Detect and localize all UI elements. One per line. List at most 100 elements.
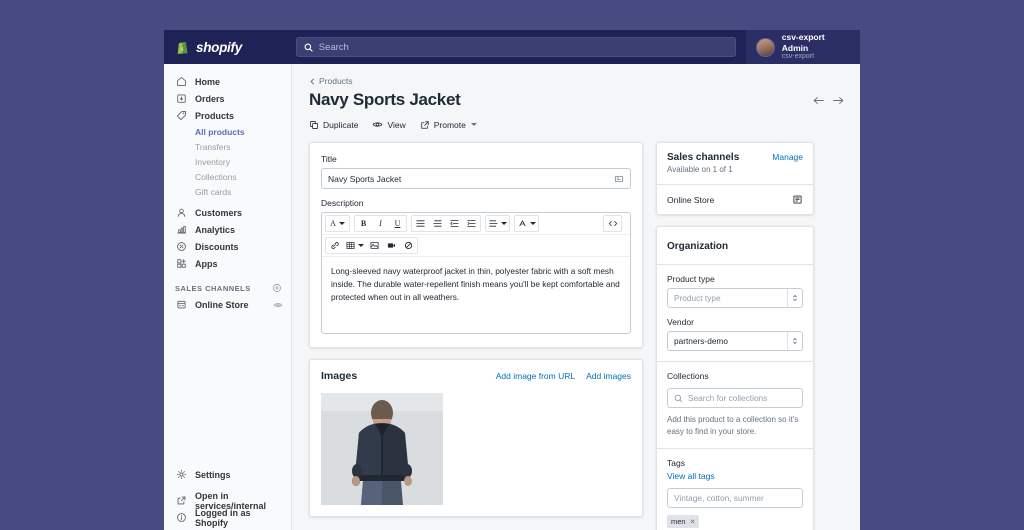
promote-label: Promote xyxy=(433,119,466,130)
sidebar-item-orders[interactable]: Orders xyxy=(164,90,291,107)
sales-channels-head: Sales channels Manage xyxy=(667,152,803,163)
collections-helper-text: Add this product to a collection so it's… xyxy=(667,415,799,436)
product-image-thumbnail[interactable] xyxy=(321,393,443,505)
images-card-header: Images Add image from URL Add images xyxy=(310,360,642,382)
plus-circle-icon[interactable] xyxy=(272,283,282,293)
editor-toolbar-row-1: A B I U xyxy=(322,213,630,235)
tags-section: Tags View all tags Vintage, cotton, summ… xyxy=(657,449,813,530)
bold-icon[interactable]: B xyxy=(355,216,372,231)
add-images-link[interactable]: Add images xyxy=(586,371,631,381)
numbered-list-icon[interactable] xyxy=(429,216,446,231)
sidebar-item-products-label: Products xyxy=(195,110,235,121)
sales-channels-header: SALES CHANNELS xyxy=(164,280,291,296)
sales-channels-card: Sales channels Manage Available on 1 of … xyxy=(656,142,814,215)
eye-icon[interactable] xyxy=(273,300,283,310)
sidebar-subitem-gift-cards[interactable]: Gift cards xyxy=(164,184,291,199)
title-input[interactable]: Navy Sports Jacket xyxy=(321,168,631,189)
title-input-value: Navy Sports Jacket xyxy=(328,173,402,184)
sales-channels-availability: Available on 1 of 1 xyxy=(667,165,733,174)
bullet-list-icon[interactable] xyxy=(412,216,429,231)
sidebar-subitem-collections-label: Collections xyxy=(195,171,237,182)
search-placeholder: Search xyxy=(318,41,349,53)
sales-channel-row-online-store[interactable]: Online Store xyxy=(657,185,813,214)
tags-input[interactable]: Vintage, cotton, summer xyxy=(667,488,803,508)
text-color-icon[interactable] xyxy=(515,216,538,231)
content-columns: Title Navy Sports Jacket Description A B… xyxy=(309,142,846,530)
table-icon[interactable] xyxy=(343,238,366,253)
view-label: View xyxy=(387,119,406,130)
sidebar-item-online-store[interactable]: Online Store xyxy=(164,296,291,313)
sidebar-nav: Home Orders Products All products Transf… xyxy=(164,64,292,530)
user-menu[interactable]: csv-export Admin csv-export xyxy=(745,30,860,64)
customers-icon xyxy=(175,207,187,219)
align-icon[interactable] xyxy=(486,216,509,231)
sidebar-item-settings[interactable]: Settings xyxy=(164,466,291,483)
shopify-wordmark: shopify xyxy=(196,39,242,55)
sidebar-item-products[interactable]: Products xyxy=(164,107,291,124)
info-circle-icon xyxy=(175,512,187,524)
manage-channels-link[interactable]: Manage xyxy=(772,152,803,162)
sidebar-item-apps[interactable]: Apps xyxy=(164,255,291,272)
user-store: csv-export xyxy=(781,53,815,61)
avatar xyxy=(755,37,775,57)
indent-icon[interactable] xyxy=(463,216,480,231)
outdent-icon[interactable] xyxy=(446,216,463,231)
video-icon[interactable] xyxy=(383,238,400,253)
sidebar-subitem-inventory-label: Inventory xyxy=(195,156,230,167)
product-type-select[interactable]: Product type xyxy=(667,288,803,308)
shopify-logo[interactable]: s shopify xyxy=(164,30,286,64)
view-button[interactable]: View xyxy=(372,119,406,130)
prev-product-button[interactable] xyxy=(810,92,826,108)
sidebar-item-settings-label: Settings xyxy=(195,469,231,480)
clear-format-icon[interactable] xyxy=(400,238,417,253)
tag-chip-label: men xyxy=(671,517,686,526)
sidebar-item-open-services[interactable]: Open in services/internal xyxy=(164,491,291,511)
font-family-icon[interactable]: A xyxy=(326,216,349,231)
sidebar-subitem-all-products[interactable]: All products xyxy=(164,124,291,139)
sidebar-subitem-transfers[interactable]: Transfers xyxy=(164,139,291,154)
images-title: Images xyxy=(321,370,358,382)
breadcrumb[interactable]: Products xyxy=(309,76,846,86)
page-actions: Duplicate View Promote xyxy=(309,119,846,130)
sales-channels-title: SALES CHANNELS xyxy=(175,283,251,293)
sidebar-item-analytics[interactable]: Analytics xyxy=(164,221,291,238)
toolbar-group-format: B I U xyxy=(354,215,407,232)
toolbar-group-lists xyxy=(411,215,481,232)
sidebar-item-apps-label: Apps xyxy=(195,258,218,269)
toolbar-group-font: A xyxy=(325,215,350,232)
search-input[interactable]: Search xyxy=(295,37,736,57)
description-text[interactable]: Long-sleeved navy waterproof jacket in t… xyxy=(322,257,630,333)
toolbar-group-color xyxy=(514,215,539,232)
discounts-icon xyxy=(175,241,187,253)
italic-icon[interactable]: I xyxy=(372,216,389,231)
duplicate-icon xyxy=(309,120,319,130)
user-info: csv-export Admin csv-export xyxy=(782,32,848,62)
sidebar-subitem-gift-cards-label: Gift cards xyxy=(195,186,232,197)
view-all-tags-link[interactable]: View all tags xyxy=(667,471,803,481)
sidebar-item-home[interactable]: Home xyxy=(164,73,291,90)
collections-search-input[interactable]: Search for collections xyxy=(667,388,803,408)
sidebar-subitem-inventory[interactable]: Inventory xyxy=(164,154,291,169)
sidebar-item-customers[interactable]: Customers xyxy=(164,204,291,221)
link-icon[interactable] xyxy=(326,238,343,253)
sidebar-item-discounts[interactable]: Discounts xyxy=(164,238,291,255)
insert-image-icon[interactable] xyxy=(366,238,383,253)
product-details-body: Title Navy Sports Jacket Description A B… xyxy=(310,143,642,347)
next-product-button[interactable] xyxy=(830,92,846,108)
online-store-icon xyxy=(175,299,187,311)
product-details-card: Title Navy Sports Jacket Description A B… xyxy=(309,142,643,348)
underline-icon[interactable]: U xyxy=(389,216,406,231)
duplicate-button[interactable]: Duplicate xyxy=(309,120,358,130)
sidebar-subitem-collections[interactable]: Collections xyxy=(164,169,291,184)
sidebar-item-logged-in-as[interactable]: Logged in as Shopify xyxy=(164,508,291,528)
home-icon xyxy=(175,76,187,88)
sidebar-item-orders-label: Orders xyxy=(195,93,225,104)
vendor-select[interactable]: partners-demo xyxy=(667,331,803,351)
close-icon[interactable]: ✕ xyxy=(690,518,696,526)
tag-chip-men[interactable]: men ✕ xyxy=(667,515,700,528)
add-image-from-url-link[interactable]: Add image from URL xyxy=(496,371,575,381)
insert-field-icon[interactable] xyxy=(614,174,624,184)
promote-button[interactable]: Promote xyxy=(420,120,477,130)
show-html-icon[interactable] xyxy=(604,216,621,231)
left-column: Title Navy Sports Jacket Description A B… xyxy=(309,142,643,528)
